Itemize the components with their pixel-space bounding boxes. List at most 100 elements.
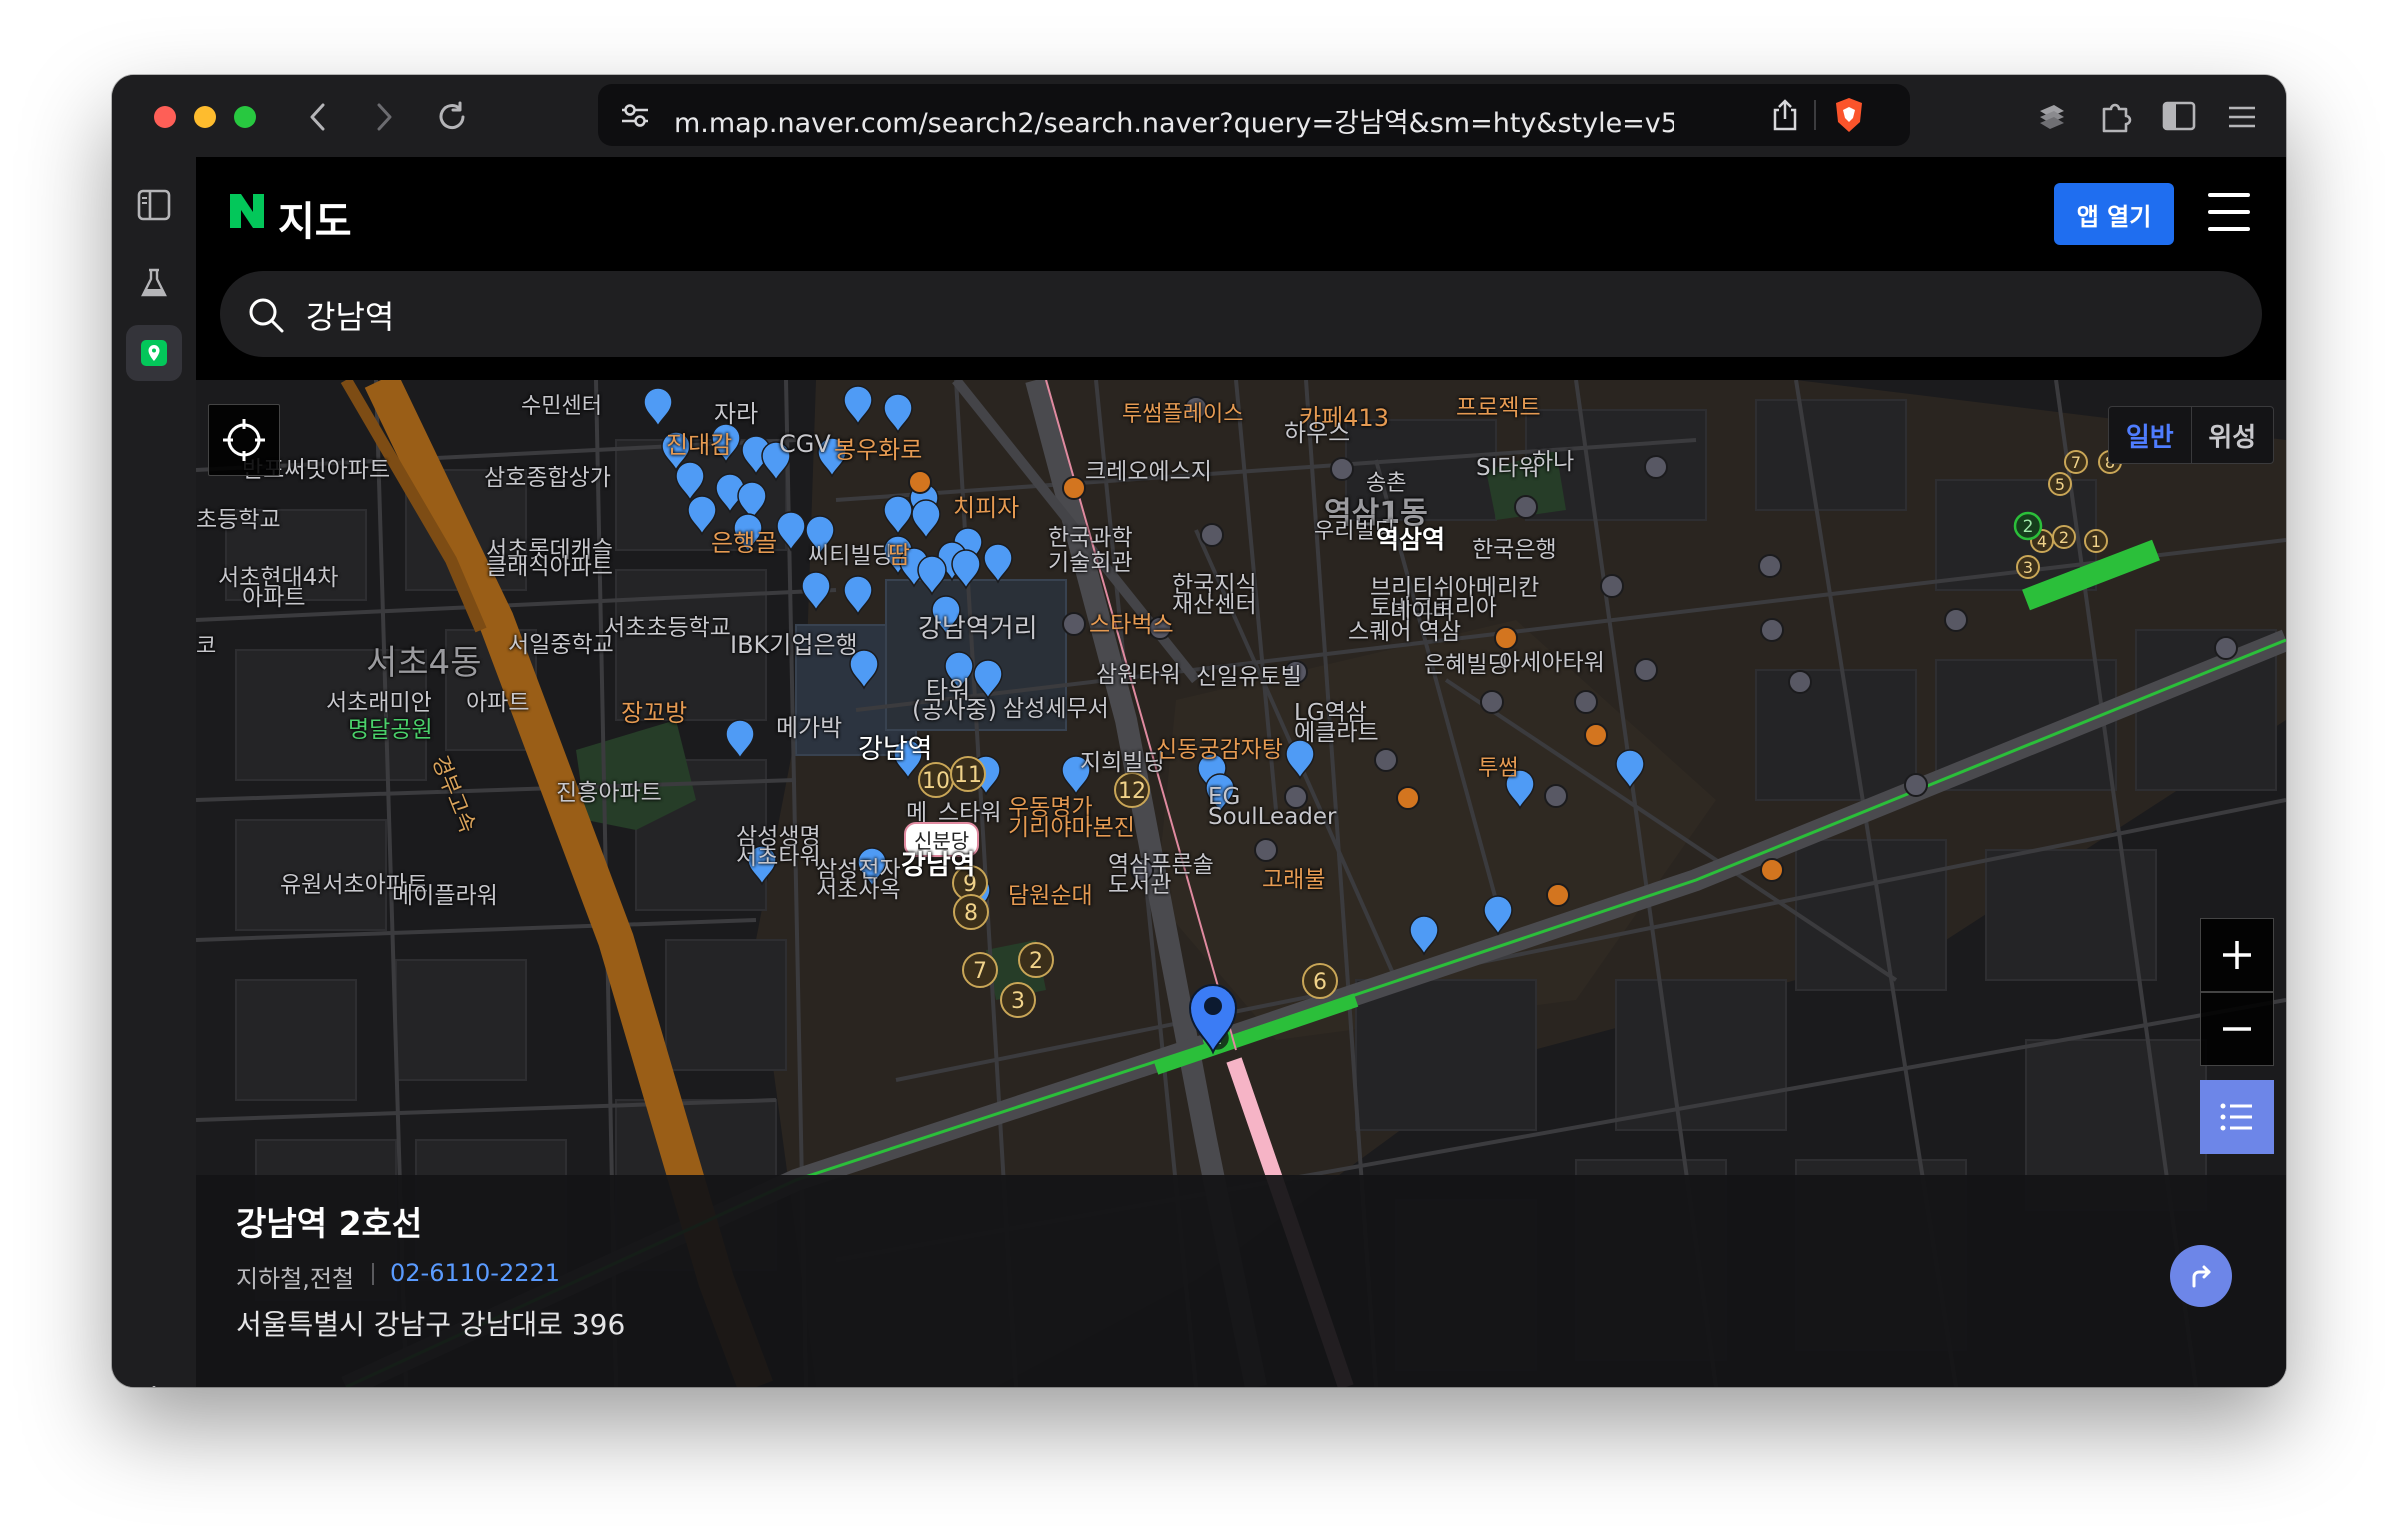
map-label-food[interactable]: 투썸플레이스 xyxy=(1122,396,1243,428)
map-label-food[interactable]: 기리야마본진 xyxy=(1008,808,1135,842)
map-label-place[interactable]: 은혜빌딩 xyxy=(1424,645,1509,679)
map-label-place[interactable]: 아파트 xyxy=(466,683,529,717)
map-label-place[interactable]: 서초사옥 xyxy=(816,870,901,904)
map-label-place[interactable]: (공사중) xyxy=(912,690,997,725)
menu-icon[interactable] xyxy=(2226,105,2258,129)
map-label-place[interactable]: 지희빌딩 xyxy=(1080,743,1165,777)
building-icon[interactable] xyxy=(1514,495,1538,519)
restaurant-icon[interactable] xyxy=(1546,883,1570,907)
map-label-food[interactable]: 장꼬방 xyxy=(621,693,687,728)
map-label-food[interactable]: 투썸 xyxy=(1478,750,1518,782)
map-label-food[interactable]: 프로젝트 xyxy=(1456,388,1541,422)
open-app-button[interactable]: 앱 열기 xyxy=(2054,183,2174,245)
map-label-place[interactable]: 하나 xyxy=(1532,442,1574,476)
building-icon[interactable] xyxy=(1788,670,1812,694)
map-label-place[interactable]: 자라 xyxy=(714,394,758,429)
map-label-food[interactable]: 스타벅스 xyxy=(1089,605,1174,639)
map-label-station[interactable]: 강남역 xyxy=(901,843,976,882)
sidebar-panel-button[interactable] xyxy=(126,177,182,233)
map-label-place[interactable]: 수민센터 xyxy=(521,388,602,420)
map-label-station[interactable]: 강남역 xyxy=(858,727,933,766)
map-label-food[interactable]: 담원순대 xyxy=(1008,876,1093,910)
list-view-button[interactable] xyxy=(2200,1080,2274,1154)
map-label-place[interactable]: 아세아타워 xyxy=(1499,643,1605,677)
map-label-place[interactable]: 도서관 xyxy=(1108,865,1171,899)
map-label-place[interactable]: 초등학교 xyxy=(196,500,281,534)
place-title[interactable]: 강남역 2호선 xyxy=(236,1197,422,1245)
sidebar-add-button[interactable] xyxy=(126,1367,182,1387)
restaurant-icon[interactable] xyxy=(908,470,932,494)
building-icon[interactable] xyxy=(1600,574,1624,598)
map-label-place[interactable]: 코 xyxy=(196,628,216,660)
address-bar[interactable]: m.map.naver.com/search2/search.naver?que… xyxy=(598,84,1910,146)
map-label-place[interactable]: 신일유토빌 xyxy=(1196,657,1302,691)
map-label-place[interactable]: 메가박 xyxy=(776,708,842,743)
map-label-place[interactable]: 에클라트 xyxy=(1294,713,1379,747)
sidebar-toggle-icon[interactable] xyxy=(2162,101,2196,131)
back-button[interactable] xyxy=(296,95,340,139)
building-icon[interactable] xyxy=(1374,748,1398,772)
map-label-food[interactable]: 진대감 xyxy=(666,425,732,460)
map-label-place[interactable]: 하우스 xyxy=(1284,413,1350,448)
map-label-district[interactable]: 서초4동 xyxy=(366,635,481,684)
map-type-normal[interactable]: 일반 xyxy=(2109,407,2192,463)
building-icon[interactable] xyxy=(1330,457,1354,481)
map-label-place[interactable]: 씨티빌딩 xyxy=(808,536,893,570)
hamburger-menu-button[interactable] xyxy=(2208,193,2252,233)
locate-me-button[interactable] xyxy=(208,404,280,476)
building-icon[interactable] xyxy=(1062,612,1086,636)
logo-text[interactable]: 지도 xyxy=(278,189,352,247)
map-label-place[interactable]: 클래식아파트 xyxy=(486,547,613,581)
directions-button[interactable] xyxy=(2170,1245,2232,1307)
map-label-place[interactable]: 서초타워 xyxy=(736,837,821,871)
building-icon[interactable] xyxy=(1200,523,1224,547)
restaurant-icon[interactable] xyxy=(1760,858,1784,882)
map-label-place[interactable]: SoulLeader xyxy=(1208,804,1337,830)
minimize-window-button[interactable] xyxy=(194,106,216,128)
sidebar-naver-map-tab[interactable] xyxy=(126,325,182,381)
place-info-card[interactable]: 강남역 2호선 지하철,전철 02-6110-2221 서울특별시 강남구 강남… xyxy=(196,1175,2286,1387)
map-label-food[interactable]: 땀 xyxy=(888,535,910,570)
map-label-place[interactable]: 크레오에스지 xyxy=(1085,452,1212,486)
zoom-window-button[interactable] xyxy=(234,106,256,128)
map-label-food[interactable]: 봉우화로 xyxy=(834,430,922,465)
map-label-place[interactable]: CGV xyxy=(779,430,831,458)
forward-button[interactable] xyxy=(362,95,406,139)
zoom-out-button[interactable] xyxy=(2200,992,2274,1066)
building-icon[interactable] xyxy=(1944,608,1968,632)
map-view[interactable]: 101112987236785421322 수민센터자라카페413프로젝트투썸플… xyxy=(196,380,2286,1387)
building-icon[interactable] xyxy=(1758,554,1782,578)
map-label-place[interactable]: 아파트 xyxy=(242,578,305,612)
map-label-place[interactable]: 서초초등학교 xyxy=(604,608,731,642)
building-icon[interactable] xyxy=(1574,690,1598,714)
restaurant-icon[interactable] xyxy=(1396,786,1420,810)
map-label-place[interactable]: 한국은행 xyxy=(1472,530,1557,564)
map-label-food[interactable]: 치피자 xyxy=(953,488,1019,523)
map-label-place[interactable]: 진흥아파트 xyxy=(556,773,662,807)
puzzle-icon[interactable] xyxy=(2098,97,2134,135)
map-label-place[interactable]: 기술회관 xyxy=(1048,543,1133,577)
share-icon[interactable] xyxy=(1770,98,1800,132)
building-icon[interactable] xyxy=(1254,838,1278,862)
map-label-place[interactable]: IBK기업은행 xyxy=(730,625,858,660)
zoom-in-button[interactable] xyxy=(2200,918,2274,992)
sidebar-labs-button[interactable] xyxy=(126,255,182,311)
map-type-satellite[interactable]: 위성 xyxy=(2192,407,2274,463)
extension-icon[interactable] xyxy=(2034,101,2070,133)
map-label-food[interactable]: 은행골 xyxy=(711,523,777,558)
reload-button[interactable] xyxy=(430,95,474,139)
map-label-place[interactable]: 강남역거리 xyxy=(918,608,1038,645)
map-label-food[interactable]: 신동궁감자탕 xyxy=(1156,730,1283,764)
place-phone-link[interactable]: 02-6110-2221 xyxy=(390,1259,560,1287)
building-icon[interactable] xyxy=(1544,784,1568,808)
brave-shield-icon[interactable] xyxy=(1832,96,1866,134)
map-label-place[interactable]: 재산센터 xyxy=(1172,585,1257,619)
building-icon[interactable] xyxy=(1480,690,1504,714)
search-icon[interactable] xyxy=(246,295,286,335)
map-label-place[interactable]: SI타워 xyxy=(1476,448,1540,482)
url-text[interactable]: m.map.naver.com/search2/search.naver?que… xyxy=(674,101,1674,140)
restaurant-icon[interactable] xyxy=(1062,476,1086,500)
building-icon[interactable] xyxy=(2214,636,2238,660)
map-label-station[interactable]: 역삼역 xyxy=(1376,520,1445,556)
map-label-place[interactable]: 삼호종합상가 xyxy=(484,458,611,492)
